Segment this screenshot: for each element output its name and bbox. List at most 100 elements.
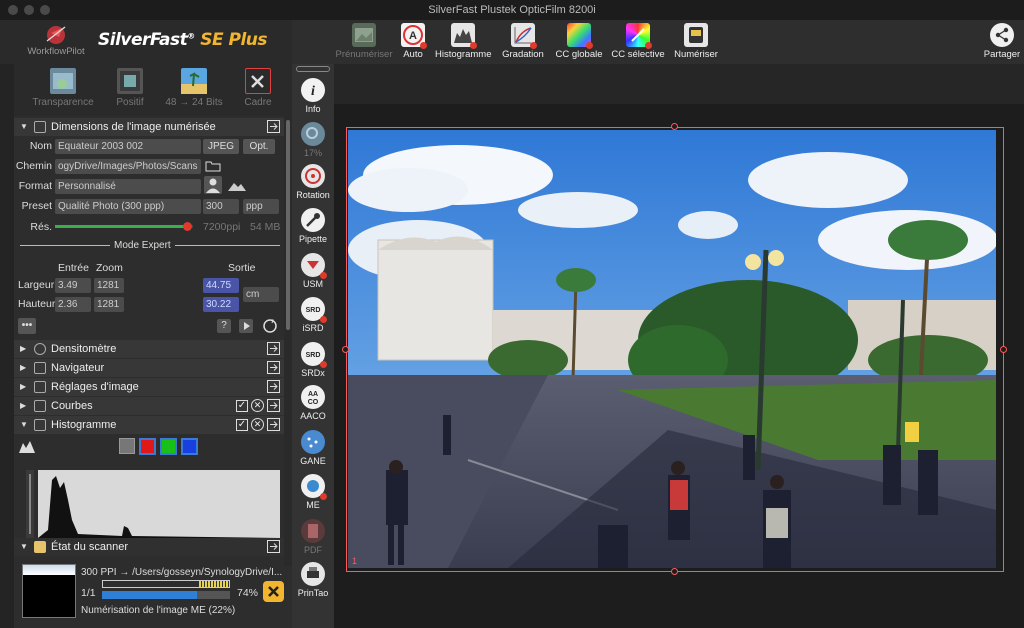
width-input-field[interactable]: 3.49 [55, 278, 91, 293]
export-arrow-icon[interactable] [267, 418, 280, 431]
res-label: Rés. [30, 221, 52, 233]
window-title: SilverFast Plustek OpticFilm 8200i [428, 4, 596, 16]
tool-strip: i Info 17% Rotation Pipette USM SRD iSRD… [292, 64, 334, 628]
tool-rotation[interactable]: Rotation [292, 164, 334, 200]
unit-select[interactable]: cm [243, 287, 279, 302]
channel-blue-button[interactable] [181, 438, 198, 455]
left-panel-scrollbar[interactable] [284, 116, 292, 566]
tool-pdf[interactable]: PDF [292, 519, 334, 555]
global-cc-button[interactable]: CC globale [555, 23, 603, 60]
tool-gane[interactable]: GANE [292, 430, 334, 466]
close-window-button[interactable] [8, 5, 18, 15]
frame-handle-right[interactable] [1000, 346, 1007, 353]
tool-isrd[interactable]: SRD iSRD [292, 297, 334, 333]
resolution-slider[interactable] [55, 222, 193, 231]
mode-positive[interactable]: Positif [108, 68, 152, 108]
tool-printao[interactable]: PrinTao [292, 562, 334, 598]
mode-transparency[interactable]: Transparence [30, 68, 96, 108]
tool-info[interactable]: i Info [292, 78, 334, 114]
tool-isrd-label: iSRD [302, 323, 324, 333]
frame-handle-bottom[interactable] [671, 568, 678, 575]
reset-icon[interactable] [262, 318, 278, 334]
close-circle-icon[interactable]: ✕ [251, 418, 264, 431]
resolution-unit-select[interactable]: ppp [243, 199, 279, 214]
collapse-triangle-icon: ▼ [20, 420, 28, 429]
section-dimensions[interactable]: ▼ Dimensions de l'image numérisée [14, 118, 284, 136]
scrollbar-thumb[interactable] [286, 120, 290, 330]
tool-zoom[interactable]: 17% [292, 122, 334, 158]
frame-handle-left[interactable] [342, 346, 349, 353]
auto-button[interactable]: A Auto [395, 23, 431, 60]
format-select[interactable]: Personnalisé [55, 179, 201, 194]
positive-film-icon [117, 68, 143, 94]
file-type-select[interactable]: JPEG [203, 139, 239, 154]
path-field[interactable]: ogyDrive/Images/Photos/Scans [55, 159, 201, 174]
tool-usm[interactable]: USM [292, 253, 334, 289]
workflow-pilot-button[interactable]: WorkflowPilot [24, 22, 88, 57]
tool-pipette[interactable]: Pipette [292, 208, 334, 244]
histogram-side-slider[interactable] [26, 470, 34, 538]
zoom-window-button[interactable] [40, 5, 50, 15]
mode-frame[interactable]: Cadre [240, 68, 276, 108]
tool-strip-handle[interactable] [296, 66, 330, 72]
checkbox-checked-icon[interactable]: ✓ [236, 419, 248, 431]
export-arrow-icon[interactable] [267, 399, 280, 412]
options-button[interactable]: Opt. [243, 139, 275, 154]
gradation-button[interactable]: Gradation [501, 23, 545, 60]
height-label: Hauteur [18, 298, 56, 310]
export-arrow-icon[interactable] [267, 342, 280, 355]
section-scanner-status[interactable]: ▼ État du scanner [14, 538, 284, 556]
mode-bit-depth[interactable]: 48 → 24 Bits [164, 68, 224, 108]
info-icon: i [301, 78, 325, 102]
svg-text:SRD: SRD [306, 307, 321, 314]
section-image-settings[interactable]: ▶ Réglages d'image [14, 378, 284, 396]
checkbox-checked-icon[interactable]: ✓ [236, 400, 248, 412]
histogram-button[interactable]: Histogramme [435, 23, 492, 60]
histogram-label: Histogramme [435, 49, 492, 60]
selective-cc-button[interactable]: CC sélective [611, 23, 665, 60]
svg-text:A: A [409, 30, 417, 42]
export-arrow-icon[interactable] [267, 380, 280, 393]
gradation-indicator-dot [530, 42, 537, 49]
section-densitometer[interactable]: ▶ Densitomètre [14, 340, 284, 358]
play-icon[interactable] [239, 319, 253, 333]
expand-triangle-icon: ▶ [20, 344, 27, 353]
resolution-field[interactable]: 300 [203, 199, 239, 214]
minimize-window-button[interactable] [24, 5, 34, 15]
landscape-icon[interactable] [227, 176, 247, 194]
folder-icon[interactable] [205, 160, 221, 172]
export-arrow-icon[interactable] [267, 540, 280, 553]
more-options-button[interactable]: ••• [18, 318, 36, 334]
tool-aaco[interactable]: AA CO AACO [292, 385, 334, 421]
height-zoom-field[interactable]: 1281 [94, 297, 124, 312]
filename-field[interactable]: Equateur 2003 002 [55, 139, 201, 154]
main-toolbar: Prénumériser A Auto Histogramme Gradatio… [292, 20, 1024, 64]
preset-select[interactable]: Qualité Photo (300 ppp) [55, 199, 201, 214]
tool-srdx[interactable]: SRD SRDx [292, 342, 334, 378]
export-arrow-icon[interactable] [267, 361, 280, 374]
srdx-icon: SRD [301, 342, 327, 368]
width-output-field[interactable]: 44.75 [203, 278, 239, 293]
portrait-icon[interactable] [204, 176, 222, 194]
section-navigator[interactable]: ▶ Navigateur [14, 359, 284, 377]
prescan-button[interactable]: Prénumériser [334, 23, 394, 60]
scan-button[interactable]: Numériser [673, 23, 719, 60]
help-icon[interactable]: ? [217, 319, 231, 333]
height-output-field[interactable]: 30.22 [203, 297, 239, 312]
histogram-mode-icon[interactable] [18, 440, 36, 454]
channel-gray-button[interactable] [119, 438, 135, 454]
export-arrow-icon[interactable] [267, 120, 280, 133]
channel-red-button[interactable] [139, 438, 156, 455]
section-histogram[interactable]: ▼ Histogramme ✓ ✕ [14, 416, 284, 434]
share-button[interactable]: Partager [980, 23, 1024, 60]
scan-frame[interactable] [346, 127, 1004, 572]
svg-text:CO: CO [308, 399, 319, 406]
frame-handle-top[interactable] [671, 123, 678, 130]
channel-green-button[interactable] [160, 438, 177, 455]
section-curves[interactable]: ▶ Courbes ✓ ✕ [14, 397, 284, 415]
cancel-scan-button[interactable] [263, 581, 284, 602]
close-circle-icon[interactable]: ✕ [251, 399, 264, 412]
height-input-field[interactable]: 2.36 [55, 297, 91, 312]
tool-me[interactable]: ME [292, 474, 334, 510]
width-zoom-field[interactable]: 1281 [94, 278, 124, 293]
